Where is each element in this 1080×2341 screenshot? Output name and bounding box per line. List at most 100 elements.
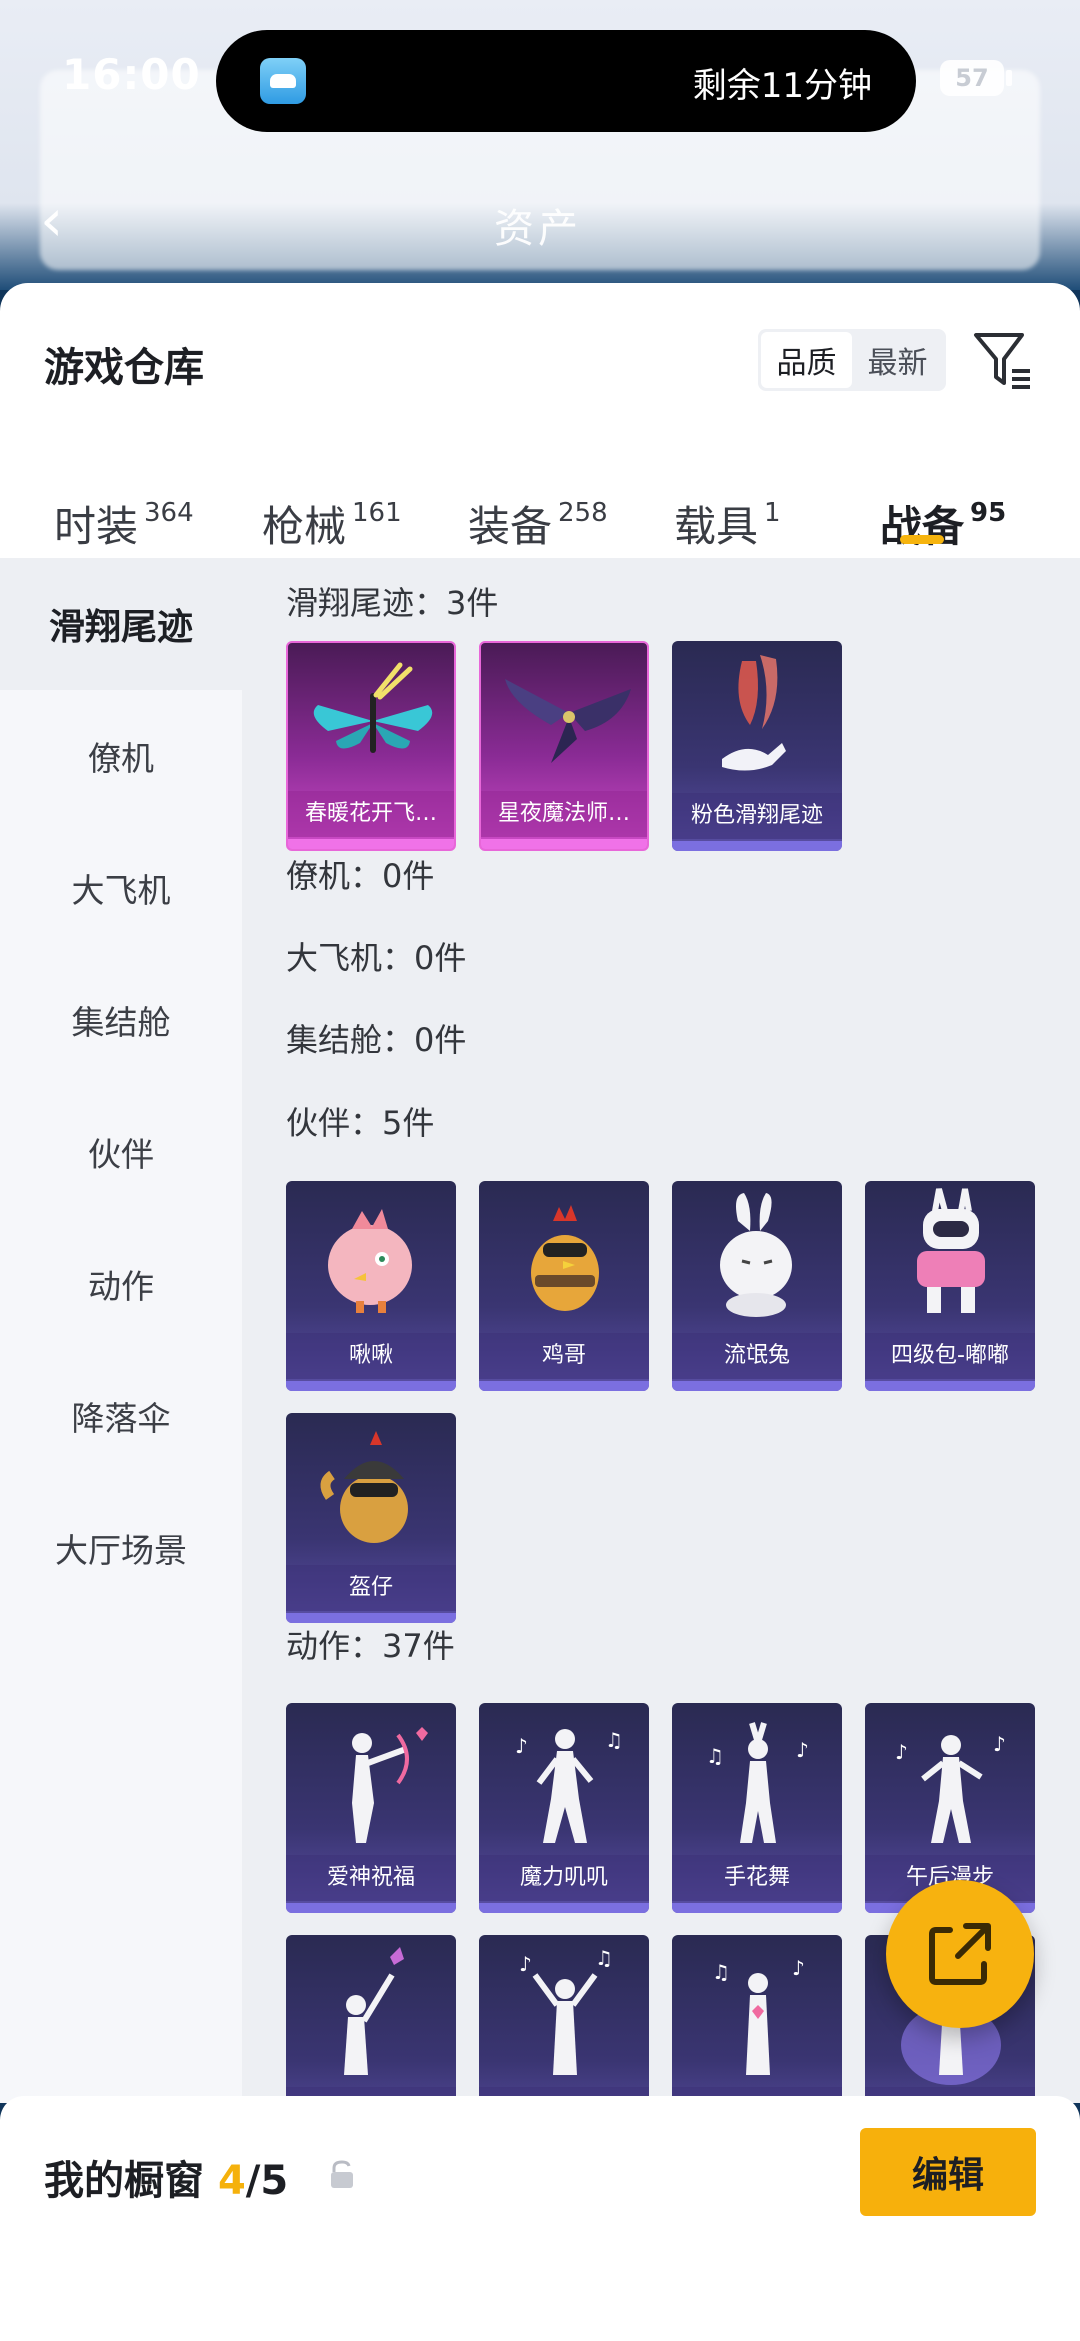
app-icon bbox=[260, 58, 306, 104]
tab-equipment[interactable]: 装备 258 bbox=[468, 493, 608, 554]
live-activity-timer: 剩余11分钟 bbox=[692, 66, 872, 106]
tab-label: 时装 bbox=[54, 502, 139, 551]
card-strip bbox=[481, 839, 647, 849]
tab-count: 364 bbox=[144, 498, 194, 528]
helmet-chick-image bbox=[320, 1431, 408, 1543]
sort-option-quality[interactable]: 品质 bbox=[761, 332, 852, 388]
status-time: 16:00 bbox=[62, 50, 201, 99]
item-name: 鸡哥 bbox=[479, 1333, 649, 1379]
section-label-glide: 滑翔尾迹：3件 bbox=[286, 584, 499, 622]
pink-robot-image bbox=[917, 1188, 985, 1313]
item-card[interactable]: 鸡哥 bbox=[479, 1181, 649, 1391]
dynamic-island[interactable]: 剩余11分钟 bbox=[216, 30, 916, 132]
item-card[interactable]: 爱神祝福 bbox=[286, 1703, 456, 1913]
item-name: 流氓兔 bbox=[672, 1333, 842, 1379]
back-arrow-icon[interactable]: ‹ bbox=[40, 191, 86, 249]
tab-count: 161 bbox=[352, 498, 402, 528]
active-tab-indicator bbox=[900, 535, 944, 544]
svg-text:♪: ♪ bbox=[895, 1740, 908, 1764]
sort-option-newest[interactable]: 最新 bbox=[852, 332, 943, 388]
item-card[interactable]: 啾啾 bbox=[286, 1181, 456, 1391]
card-strip bbox=[288, 839, 454, 849]
tab-label: 装备 bbox=[468, 502, 553, 551]
item-card[interactable]: 星夜魔法师… bbox=[479, 641, 649, 851]
rooster-image bbox=[531, 1205, 599, 1311]
stroll-pose-image: ♪ ♪ bbox=[895, 1732, 1006, 1843]
item-card[interactable]: 盔仔 bbox=[286, 1413, 456, 1623]
tab-count: 1 bbox=[764, 498, 781, 528]
showcase-bar: 我的橱窗 4/5 编辑 bbox=[0, 2096, 1080, 2341]
dance-pose-image: ♪ ♫ bbox=[515, 1728, 623, 1843]
item-card[interactable] bbox=[286, 1935, 456, 2103]
share-external-icon bbox=[929, 1923, 991, 1985]
svg-text:♫: ♫ bbox=[706, 1744, 724, 1768]
lock-icon bbox=[328, 2158, 356, 2190]
side-item-plane[interactable]: 大飞机 bbox=[0, 822, 242, 954]
filter-icon[interactable] bbox=[972, 329, 1034, 391]
card-strip bbox=[286, 1381, 456, 1391]
svg-text:♪: ♪ bbox=[519, 1952, 532, 1976]
showcase-label: 我的橱窗 bbox=[44, 2158, 204, 2204]
nav-title: 资产 bbox=[494, 206, 582, 252]
showcase-total: /5 bbox=[245, 2158, 289, 2204]
pink-smoke-trail-image bbox=[722, 655, 786, 771]
item-card[interactable]: ♫ ♪ 手花舞 bbox=[672, 1703, 842, 1913]
item-name: 爱神祝福 bbox=[286, 1855, 456, 1901]
item-name: 魔力叽叽 bbox=[479, 1855, 649, 1901]
cupid-pose-image bbox=[352, 1727, 428, 1843]
tab-battle-prep[interactable]: 战备 95 bbox=[880, 493, 1006, 554]
svg-text:♫: ♫ bbox=[595, 1946, 613, 1970]
butterfly-pose-image bbox=[344, 1947, 404, 2075]
tab-vehicles[interactable]: 载具 1 bbox=[674, 493, 781, 554]
section-label-partner: 伙伴：5件 bbox=[286, 1104, 435, 1142]
tab-guns[interactable]: 枪械 161 bbox=[262, 493, 402, 554]
section-label-wingman: 僚机：0件 bbox=[286, 857, 435, 895]
svg-text:♪: ♪ bbox=[792, 1956, 805, 1980]
item-name: 粉色滑翔尾迹 bbox=[672, 793, 842, 839]
hand-flower-dance-image: ♫ ♪ bbox=[706, 1722, 809, 1843]
item-name: 啾啾 bbox=[286, 1333, 456, 1379]
item-name: 盔仔 bbox=[286, 1565, 456, 1611]
tab-fashion[interactable]: 时装 364 bbox=[54, 493, 194, 554]
item-name: 星夜魔法师… bbox=[481, 791, 647, 837]
tab-label: 载具 bbox=[674, 502, 759, 551]
item-card[interactable]: ♪ ♫ bbox=[479, 1935, 649, 2103]
showcase-title: 我的橱窗 4/5 bbox=[44, 2148, 288, 2206]
item-name: 手花舞 bbox=[672, 1855, 842, 1901]
item-card[interactable]: 粉色滑翔尾迹 bbox=[672, 641, 842, 851]
heart-hands-pose-image: ♫ ♪ bbox=[712, 1956, 805, 2075]
svg-text:♪: ♪ bbox=[993, 1732, 1006, 1756]
item-card[interactable]: 四级包-嘟嘟 bbox=[865, 1181, 1035, 1391]
card-strip bbox=[672, 1903, 842, 1913]
side-item-emote[interactable]: 动作 bbox=[0, 1218, 242, 1350]
card-strip bbox=[286, 1903, 456, 1913]
side-item-pod[interactable]: 集结舱 bbox=[0, 954, 242, 1086]
white-rabbit-image bbox=[720, 1193, 792, 1317]
side-item-wingman[interactable]: 僚机 bbox=[0, 690, 242, 822]
item-name: 春暖花开飞… bbox=[288, 791, 454, 837]
card-strip bbox=[672, 841, 842, 851]
sort-toggle: 品质 最新 bbox=[758, 329, 946, 391]
side-item-glide-trail[interactable]: 滑翔尾迹 bbox=[0, 558, 242, 690]
dark-wings-image bbox=[505, 679, 631, 763]
butterfly-wings-image bbox=[313, 662, 433, 753]
battery-indicator: 57 bbox=[940, 60, 1004, 96]
card-strip bbox=[479, 1381, 649, 1391]
showcase-count: 4 bbox=[217, 2158, 246, 2204]
side-item-lobby-scene[interactable]: 大厅场景 bbox=[0, 1482, 242, 1614]
side-item-parachute[interactable]: 降落伞 bbox=[0, 1350, 242, 1482]
share-external-button[interactable] bbox=[886, 1880, 1034, 2028]
edit-button[interactable]: 编辑 bbox=[860, 2128, 1036, 2216]
warehouse-sheet: 游戏仓库 品质 最新 时装 364 枪械 161 装备 258 载具 1 战备 95 滑翔… bbox=[0, 283, 1080, 2103]
section-label-pod: 集结舱：0件 bbox=[286, 1021, 467, 1059]
page-title: 游戏仓库 bbox=[44, 345, 204, 391]
svg-text:♫: ♫ bbox=[712, 1960, 730, 1984]
item-card[interactable]: ♫ ♪ bbox=[672, 1935, 842, 2103]
svg-text:♪: ♪ bbox=[515, 1734, 528, 1758]
item-card[interactable]: 春暖花开飞… bbox=[286, 641, 456, 851]
tab-label: 枪械 bbox=[262, 502, 347, 551]
battery-nub bbox=[1006, 70, 1012, 86]
item-card[interactable]: ♪ ♫ 魔力叽叽 bbox=[479, 1703, 649, 1913]
item-card[interactable]: 流氓兔 bbox=[672, 1181, 842, 1391]
side-item-partner[interactable]: 伙伴 bbox=[0, 1086, 242, 1218]
